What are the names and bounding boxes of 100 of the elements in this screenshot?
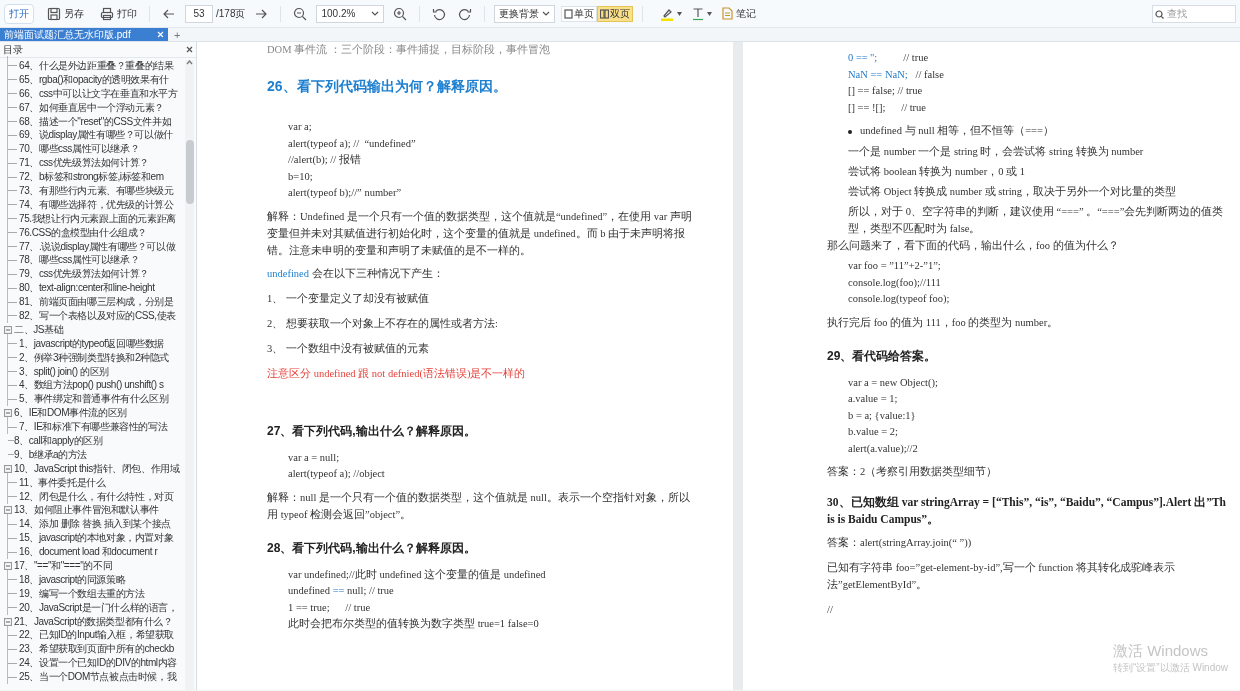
code-line: console.log(foo);//111	[848, 275, 942, 290]
collapse-icon[interactable]	[4, 562, 12, 570]
code-line: alert(typeof a); // “undefined”	[288, 136, 417, 151]
open-button[interactable]: 打开	[4, 3, 34, 24]
outline-item[interactable]: 10、JavaScript this指针、闭包、作用域	[14, 462, 180, 475]
outline-item[interactable]: 3、split() join() 的区别	[19, 365, 109, 378]
bullet-icon	[848, 130, 852, 134]
outline-item[interactable]: 65、rgba()和opacity的透明效果有什	[19, 73, 169, 86]
body-text: 一个是 number 一个是 string 时，会尝试将 string 转换为 number	[847, 145, 1145, 159]
outline-item[interactable]: 74、有哪些选择符，优先级的计算公	[19, 198, 174, 211]
code-line: alert(a.value);//2	[848, 441, 919, 456]
outline-item[interactable]: 9、b继承a的方法	[14, 448, 88, 461]
body-text: undefined 与 null 相等，但不恒等（===）	[860, 124, 1054, 138]
body-text: 尝试将 boolean 转换为 number，0 或 1	[847, 165, 1026, 179]
scrollbar[interactable]	[185, 60, 194, 690]
print-icon	[100, 6, 114, 21]
outline-item[interactable]: 67、如何垂直居中一个浮动元素？	[19, 101, 164, 114]
outline-item[interactable]: 23、希望获取到页面中所有的checkb	[19, 643, 174, 656]
view-tab[interactable]: 单页	[561, 5, 598, 22]
zoom-out-icon	[293, 6, 308, 21]
outline-item[interactable]: 5、事件绑定和普通事件有什么区别	[19, 393, 169, 406]
outline-item[interactable]: 11、事件委托是什么	[19, 476, 106, 489]
code-line: var undefined;//此时 undefined 这个变量的值是 undefined	[288, 567, 547, 582]
outline-item[interactable]: 18、javascript的同源策略	[19, 573, 126, 586]
outline-item[interactable]: 19、编写一个数组去重的方法	[19, 587, 145, 600]
outline-item[interactable]: 75.我想让行内元素跟上面的元素距离	[19, 212, 176, 225]
page-field[interactable]: 53	[185, 4, 213, 23]
save-button[interactable]: 另存	[44, 3, 87, 24]
page-count: /178页	[216, 7, 246, 21]
code-line: var a = null;	[288, 450, 341, 465]
activation-title: 激活 Windows	[1113, 642, 1210, 660]
code-line: [] == ![]; // true	[848, 100, 928, 115]
outline-item[interactable]: 25、当一个DOM节点被点击时候，我	[19, 671, 177, 684]
save-icon	[47, 6, 61, 21]
outline-item[interactable]: 77、.说说display属性有哪些？可以做	[19, 240, 176, 253]
section-heading: 30、已知数组 var stringArray = [“This”, “is”, “Baidu”, “Campus”].Alert 出”This is Baidu Campus”。	[827, 495, 1226, 528]
outline-item[interactable]: 13、如何阻止事件冒泡和默认事件	[14, 504, 159, 517]
close-icon[interactable]	[186, 46, 193, 53]
outline-item[interactable]: 6、IE和DOM事件流的区别	[14, 407, 127, 420]
scrollbar-thumb[interactable]	[185, 140, 194, 204]
print-button[interactable]: 打印	[97, 3, 140, 24]
outline-item[interactable]: 2、例举3种强制类型转换和2种隐式	[19, 351, 169, 364]
section-heading: 27、看下列代码,输出什么？解释原因。	[267, 422, 477, 440]
search-field[interactable]: 查找	[1152, 4, 1236, 23]
body-text: 那么问题来了，看下面的代码，输出什么，foo 的值为什么？	[827, 239, 1120, 253]
outline-item[interactable]: 70、哪些css属性可以继承？	[19, 143, 140, 156]
outline-item[interactable]: 80、text-align:center和line-height	[19, 282, 155, 295]
collapse-icon[interactable]	[4, 464, 12, 473]
outline-item[interactable]: 7、IE和标准下有哪些兼容性的写法	[19, 421, 168, 434]
code-line: console.log(typeof foo);	[848, 292, 951, 306]
outline-item[interactable]: 72、b标签和strong标签,i标签和em	[19, 171, 164, 184]
outline-item[interactable]: 15、javascript的本地对象，内置对象	[19, 532, 174, 545]
rotate-left-icon	[432, 6, 447, 21]
collapse-icon[interactable]	[4, 325, 12, 334]
code-line: 0 == ''; // true	[848, 51, 930, 65]
body-text: 答案：2（考察引用数据类型细节）	[827, 464, 999, 479]
outline-item[interactable]: 14、添加 删除 替换 插入到某个接点	[19, 518, 171, 531]
scroll-up-icon[interactable]	[186, 60, 193, 65]
code-line: a.value = 1;	[848, 392, 899, 406]
outline-item[interactable]: 81、前端页面由哪三层构成，分别是	[19, 296, 174, 309]
note-button[interactable]: 笔记	[720, 3, 759, 24]
search-icon	[1155, 9, 1164, 19]
new-tab-button[interactable]: +	[168, 28, 187, 41]
outline-item[interactable]: 71、css优先级算法如何计算？	[19, 157, 149, 170]
document-tab[interactable]: 前端面试题汇总无水印版.pdf	[0, 28, 168, 41]
outline-item[interactable]: 16、document load 和document r	[19, 546, 158, 559]
outline-item[interactable]: 4、数组方法pop() push() unshift() s	[19, 379, 164, 392]
caret-icon	[677, 11, 683, 16]
outline-item[interactable]: 76.CSS的盒模型由什么组成？	[19, 226, 148, 239]
outline-item[interactable]: 二、JS基础	[14, 323, 64, 336]
outline-item[interactable]: 82、写一个表格以及对应的CSS,使表	[19, 309, 176, 322]
outline-item[interactable]: 79、css优先级算法如何计算？	[19, 268, 149, 281]
outline-item[interactable]: 22、已知ID的Input输入框，希望获取	[19, 629, 174, 642]
outline-item[interactable]: 73、有那些行内元素、有哪些块级元	[19, 184, 174, 197]
outline-item[interactable]: 12、闭包是什么，有什么特性，对页	[19, 490, 174, 503]
outline-item[interactable]: 8、call和apply的区别	[14, 435, 103, 447]
collapse-icon[interactable]	[4, 617, 12, 626]
outline-item[interactable]: 1、javascript的typeof返回哪些数据	[19, 337, 165, 350]
outline-item[interactable]: 78、哪些css属性可以继承？	[19, 254, 140, 267]
zoom-dropdown[interactable]: 100.2%	[316, 4, 385, 23]
collapse-icon[interactable]	[4, 506, 12, 515]
outline-item[interactable]: 17、"=="和"==="的不同	[14, 560, 113, 572]
body-text: DOM 事件流 ：三个阶段：事件捕捉，目标阶段，事件冒泡	[267, 44, 551, 56]
background-dropdown[interactable]: 更换背景	[494, 4, 556, 23]
outline-item[interactable]: 68、描述一个"reset"的CSS文件并如	[19, 115, 172, 128]
outline-item[interactable]: 21、JavaScript的数据类型都有什么？	[14, 615, 173, 628]
body-text: 尝试将 Object 转换成 number 或 string，取决于另外一个对比量的类型	[847, 185, 1178, 199]
body-text: 解释：null 是一个只有一个值的数据类型，这个值就是 null。表示一个空指针对象，所以用 typeof 检测会返回”object”。	[267, 490, 691, 522]
outline-item[interactable]: 64、什么是外边距重叠？重叠的结果	[19, 59, 174, 72]
outline-item[interactable]: 20、JavaScript是一门什么样的语言，	[19, 601, 178, 614]
outline-item[interactable]: 69、说display属性有哪些？可以做什	[19, 129, 173, 142]
collapse-icon[interactable]	[4, 409, 12, 418]
outline-item[interactable]: 66、css中可以让文字在垂直和水平方	[19, 87, 178, 100]
body-text: 1、 一个变量定义了却没有被赋值	[267, 291, 430, 306]
view-tab[interactable]: 双页	[597, 5, 634, 22]
code-line: 此时会把布尔类型的值转换为数字类型 true=1 false=0	[288, 617, 540, 631]
body-text: 答案：alert(stringArray.join(“ ”))	[827, 535, 973, 550]
body-text: 解释：Undefined 是一个只有一个值的数据类型，这个值就是“undefined”，在使用 var 声明变量但并未对其赋值进行初始化时，这个变量的值就是 undefined。而 b 由于未声明将报错。注意未申明的变量和声明了未赋值的是不一样的。	[267, 209, 693, 258]
outline-item[interactable]: 24、设置一个已知ID的DIV的html内容	[19, 657, 177, 670]
text-tool-icon	[692, 6, 705, 21]
